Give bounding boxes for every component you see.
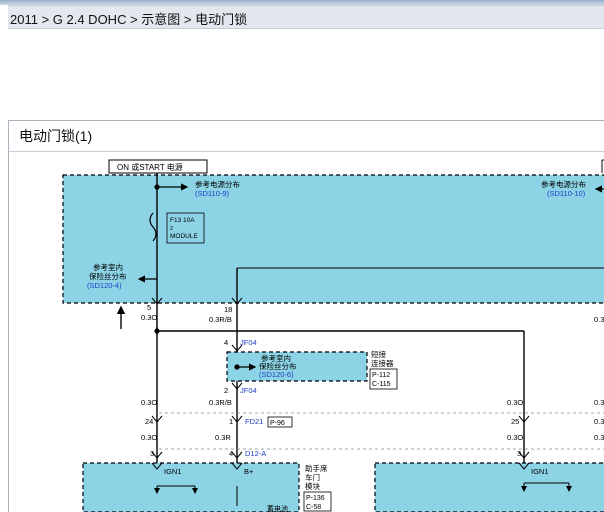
power-box — [62, 174, 604, 304]
bottom-left-bplus: B+ — [244, 467, 254, 476]
passenger-module-line2: 车门 — [305, 472, 320, 482]
left-gauge2: 0.3O — [141, 433, 157, 442]
right-gauge1: 0.3O — [507, 398, 523, 407]
jf04-bottom-pin: 2 — [224, 386, 228, 395]
wire-left-top-gauge: 0.3O — [141, 313, 157, 322]
short-connector-code1: P-112 — [372, 372, 390, 379]
breadcrumb-text[interactable]: 2011 > G 2.4 DOHC > 示意图 > 电动门锁 — [10, 9, 247, 28]
passenger-door-module-box — [82, 462, 300, 512]
jf04-bottom-name: JF04 — [240, 386, 257, 395]
ref-power-right-ref[interactable]: (SD110-10) — [547, 189, 586, 198]
fuse-module: MODULE — [170, 233, 198, 240]
mid-pin: 1 — [229, 417, 233, 426]
bottom-right-ign: IGN1 — [531, 467, 549, 476]
mid-conn-box-text: P-96 — [270, 420, 285, 427]
wiring-diagram: ON 或START 电源 参考电源分布 (SD110-9) 参考电源分布 (SD… — [62, 159, 604, 512]
mid-pin2: 4 — [229, 449, 233, 458]
mid-gauge2: 0.3R — [215, 433, 231, 442]
breadcrumb: 2011 > G 2.4 DOHC > 示意图 > 电动门锁 — [8, 5, 604, 29]
passenger-module-line1: 助手席 — [305, 463, 328, 473]
right-module-box — [374, 462, 604, 512]
wire-mid-top-pin: 18 — [224, 305, 232, 314]
ref-power-right-label: 参考电源分布 — [541, 179, 586, 189]
left-gauge1: 0.3O — [141, 398, 157, 407]
ref-indoor-left-line2: 保险丝分布 — [89, 271, 127, 281]
wire-left-top-pin: 5 — [147, 303, 151, 312]
ref-power-left-label: 参考电源分布 — [195, 179, 240, 189]
wire-right-top-gauge: 0.3 — [594, 315, 604, 324]
short-connector-line2: 连接器 — [371, 358, 394, 368]
passenger-module-code1: P-136 — [306, 495, 325, 502]
far-right-g3: 0.3 — [594, 433, 604, 442]
ref-indoor-left-line1: 参考室内 — [93, 262, 123, 272]
jf04-top-name: JF04 — [240, 338, 257, 347]
fuse-rating: F13 10A — [170, 217, 195, 224]
right-pin: 25 — [511, 417, 519, 426]
far-right-g1: 0.3 — [594, 398, 604, 407]
short-connector-line1: 短接 — [371, 349, 386, 359]
wire-mid-top-gauge: 0.3R/B — [209, 315, 232, 324]
mid-conn: FD21 — [245, 417, 263, 426]
on-start-label: ON 或START 电源 — [117, 162, 183, 172]
ref-power-left-ref[interactable]: (SD110-9) — [195, 189, 230, 198]
passenger-module-code2: C-58 — [306, 504, 321, 511]
left-pin: 24 — [145, 417, 153, 426]
diagram-panel: 电动门锁(1) ON 或START 电源 参考电源分布 (SD110-9) 参考… — [8, 120, 604, 512]
right-gauge2: 0.3O — [507, 433, 523, 442]
short-connector-code2: C-115 — [372, 381, 391, 388]
mid-gauge1: 0.3R/B — [209, 398, 232, 407]
far-right-g2: 0.3 — [594, 417, 604, 426]
fuse-pin: 2 — [170, 226, 173, 232]
bottom-left-ign: IGN1 — [164, 467, 182, 476]
ref-indoor-left-ref[interactable]: (SD120-4) — [87, 281, 122, 290]
jf04-top-pin: 4 — [224, 338, 228, 347]
jf04-box-ref[interactable]: (SD120-6) — [259, 370, 294, 379]
passenger-module-line3: 模块 — [305, 481, 320, 491]
mid-conn2: D12-A — [245, 449, 266, 458]
